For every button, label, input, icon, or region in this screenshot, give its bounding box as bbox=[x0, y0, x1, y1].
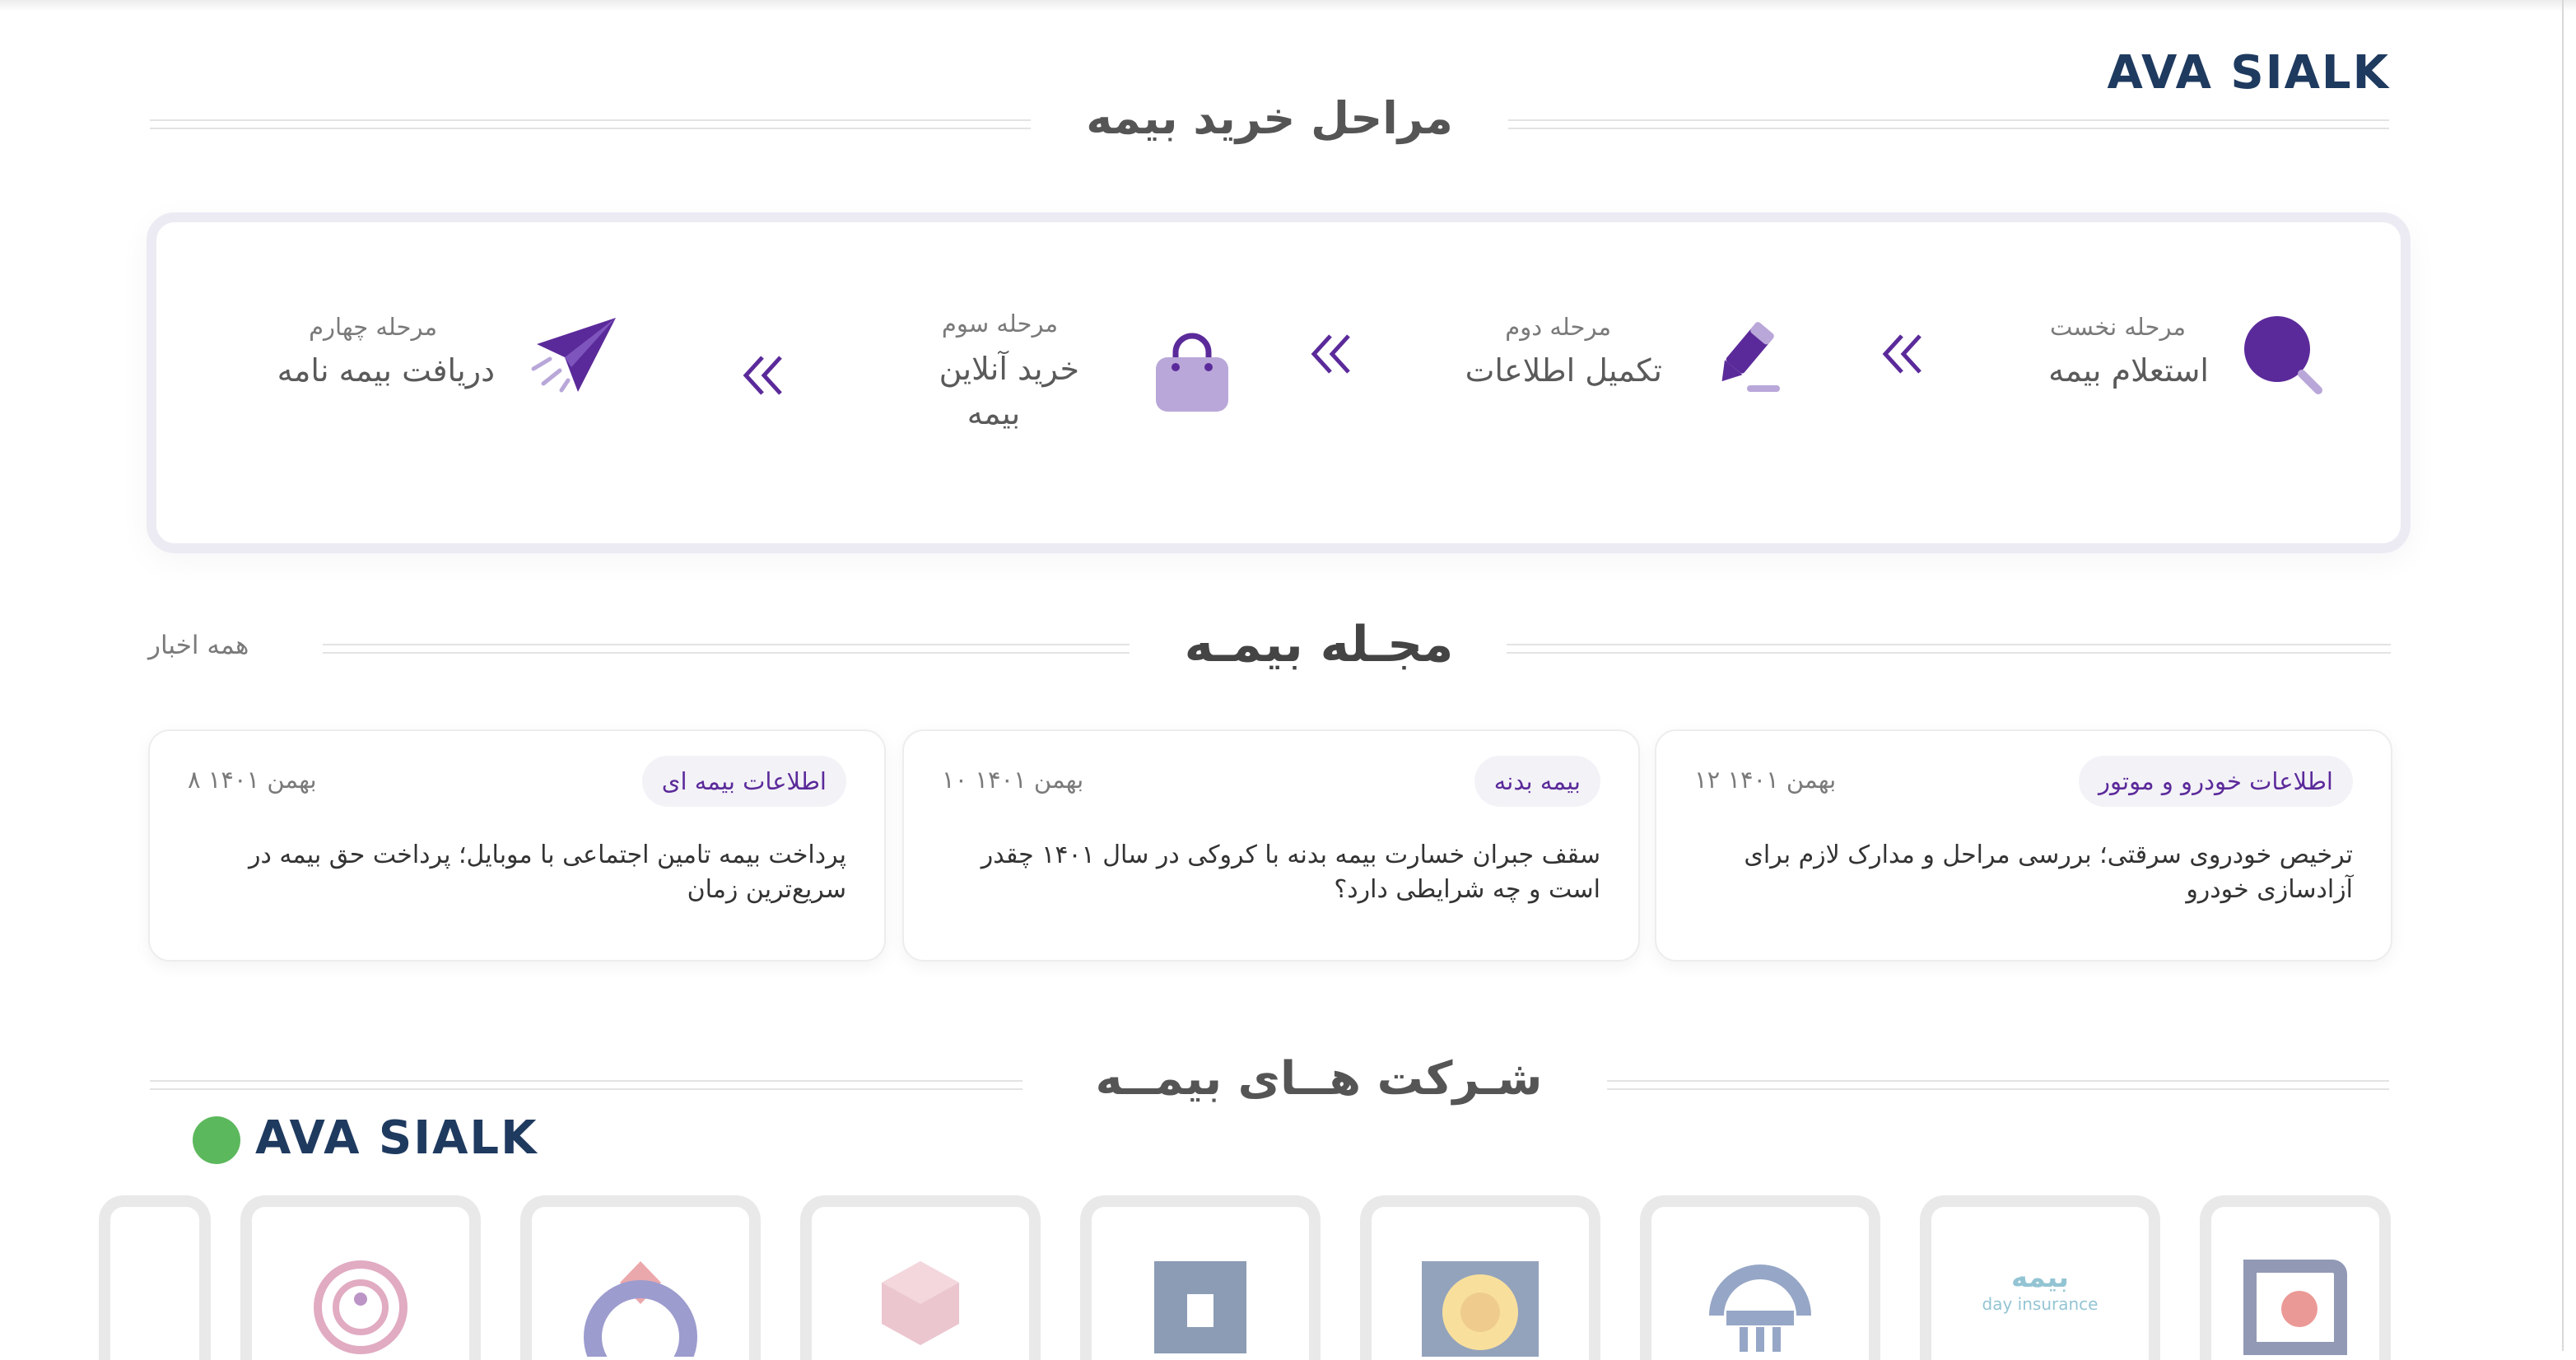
company-logo-tile[interactable] bbox=[1080, 1195, 1321, 1360]
step-3-bag-icon bbox=[1153, 333, 1232, 417]
news-date: ۱۰ بهمن ۱۴۰۱ bbox=[942, 766, 1084, 794]
category-tag[interactable]: اطلاعات بیمه ای bbox=[641, 756, 846, 807]
brand-logo-top[interactable]: AVA SIALK bbox=[2108, 46, 2391, 100]
company-logo-icon bbox=[1422, 1261, 1539, 1357]
divider-left bbox=[150, 119, 1031, 129]
company-logo-icon bbox=[1154, 1261, 1246, 1353]
step-3-label: مرحله سوم bbox=[941, 310, 1058, 338]
company-logo-tile[interactable] bbox=[99, 1195, 211, 1360]
divider-right bbox=[1507, 644, 2391, 654]
paper-plane-icon bbox=[531, 318, 616, 393]
news-date: ۱۲ بهمن ۱۴۰۱ bbox=[1694, 766, 1837, 794]
company-logo-tile[interactable] bbox=[2200, 1195, 2391, 1360]
search-icon bbox=[2244, 316, 2322, 394]
step-chevron-3 bbox=[741, 352, 787, 402]
news-card[interactable]: بیمه بدنه ۱۰ بهمن ۱۴۰۱ سقف جبران خسارت ب… bbox=[902, 729, 1640, 962]
news-title[interactable]: ترخیص خودروی سرقتی؛ بررسی مراحل و مدارک … bbox=[1703, 838, 2353, 907]
step-1-label: مرحله نخست bbox=[2050, 313, 2186, 341]
brand-logo-companies[interactable]: AVA SIALK bbox=[255, 1111, 538, 1165]
day-insurance-en: day insurance bbox=[1982, 1294, 2099, 1314]
purchase-steps-heading: مراحل خرید بیمه bbox=[1086, 92, 1453, 144]
category-tag[interactable]: بیمه بدنه bbox=[1474, 756, 1600, 807]
company-logo-tile[interactable] bbox=[800, 1195, 1041, 1360]
step-2-pencil-icon bbox=[1699, 319, 1785, 398]
brand-dot bbox=[193, 1116, 240, 1164]
news-title[interactable]: پرداخت بیمه تامین اجتماعی با موبایل؛ پرد… bbox=[196, 838, 846, 907]
company-logo-icon bbox=[314, 1260, 408, 1354]
double-chevron-left-icon bbox=[1311, 334, 1350, 374]
double-chevron-left-icon bbox=[1882, 334, 1922, 374]
day-insurance-fa: بیمه bbox=[2010, 1261, 2070, 1294]
divider-right bbox=[1508, 119, 2389, 129]
all-news-link[interactable]: همه اخبار bbox=[148, 631, 249, 660]
magazine-heading: مجـله بیمـه bbox=[1184, 616, 1454, 673]
company-logo-icon bbox=[584, 1261, 697, 1357]
divider-left bbox=[150, 1080, 1022, 1090]
company-logo-tile[interactable] bbox=[1360, 1195, 1600, 1360]
news-card[interactable]: اطلاعات خودرو و موتور ۱۲ بهمن ۱۴۰۱ ترخیص… bbox=[1655, 729, 2392, 962]
step-4-title: دریافت بیمه نامه bbox=[277, 352, 495, 389]
step-4-plane-icon bbox=[529, 314, 619, 400]
step-chevron-1 bbox=[1880, 331, 1926, 380]
news-date: ۸ بهمن ۱۴۰۱ bbox=[188, 766, 317, 794]
step-1-title: استعلام بیمه bbox=[2048, 352, 2209, 389]
divider-left bbox=[323, 644, 1130, 654]
divider-right bbox=[1607, 1080, 2389, 1090]
step-4-label: مرحله چهارم bbox=[309, 313, 437, 341]
step-2-label: مرحله دوم bbox=[1505, 313, 1611, 341]
news-card[interactable]: اطلاعات بیمه ای ۸ بهمن ۱۴۰۱ پرداخت بیمه … bbox=[148, 729, 886, 962]
company-logo-tile[interactable] bbox=[1640, 1195, 1880, 1360]
company-logo-tile[interactable] bbox=[240, 1195, 481, 1360]
company-logo-icon bbox=[1709, 1265, 1811, 1352]
company-logo-icon bbox=[2243, 1260, 2347, 1355]
category-tag[interactable]: اطلاعات خودرو و موتور bbox=[2079, 756, 2353, 807]
day-insurance-logo: بیمه day insurance bbox=[1931, 1261, 2149, 1314]
step-chevron-2 bbox=[1309, 331, 1355, 380]
insurance-companies-heading: شـرکت هــای بیمــه bbox=[1095, 1052, 1543, 1106]
step-3-title-line1: خرید آنلاین bbox=[939, 351, 1079, 387]
shopping-bag-icon bbox=[1156, 333, 1228, 412]
top-shadow bbox=[0, 0, 2576, 12]
company-logo-icon bbox=[882, 1261, 959, 1345]
step-1-search-icon bbox=[2241, 313, 2323, 398]
double-chevron-left-icon bbox=[743, 356, 782, 395]
step-2-title: تکمیل اطلاعات bbox=[1465, 352, 1662, 389]
company-logo-tile[interactable] bbox=[520, 1195, 761, 1360]
scrollbar[interactable] bbox=[2550, 0, 2575, 1351]
step-3-title-line2: بیمه bbox=[967, 395, 1021, 431]
news-title[interactable]: سقف جبران خسارت بیمه بدنه با کروکی در سا… bbox=[950, 838, 1600, 907]
company-logo-tile[interactable]: بیمه day insurance bbox=[1920, 1195, 2160, 1360]
pencil-icon bbox=[1721, 322, 1780, 392]
